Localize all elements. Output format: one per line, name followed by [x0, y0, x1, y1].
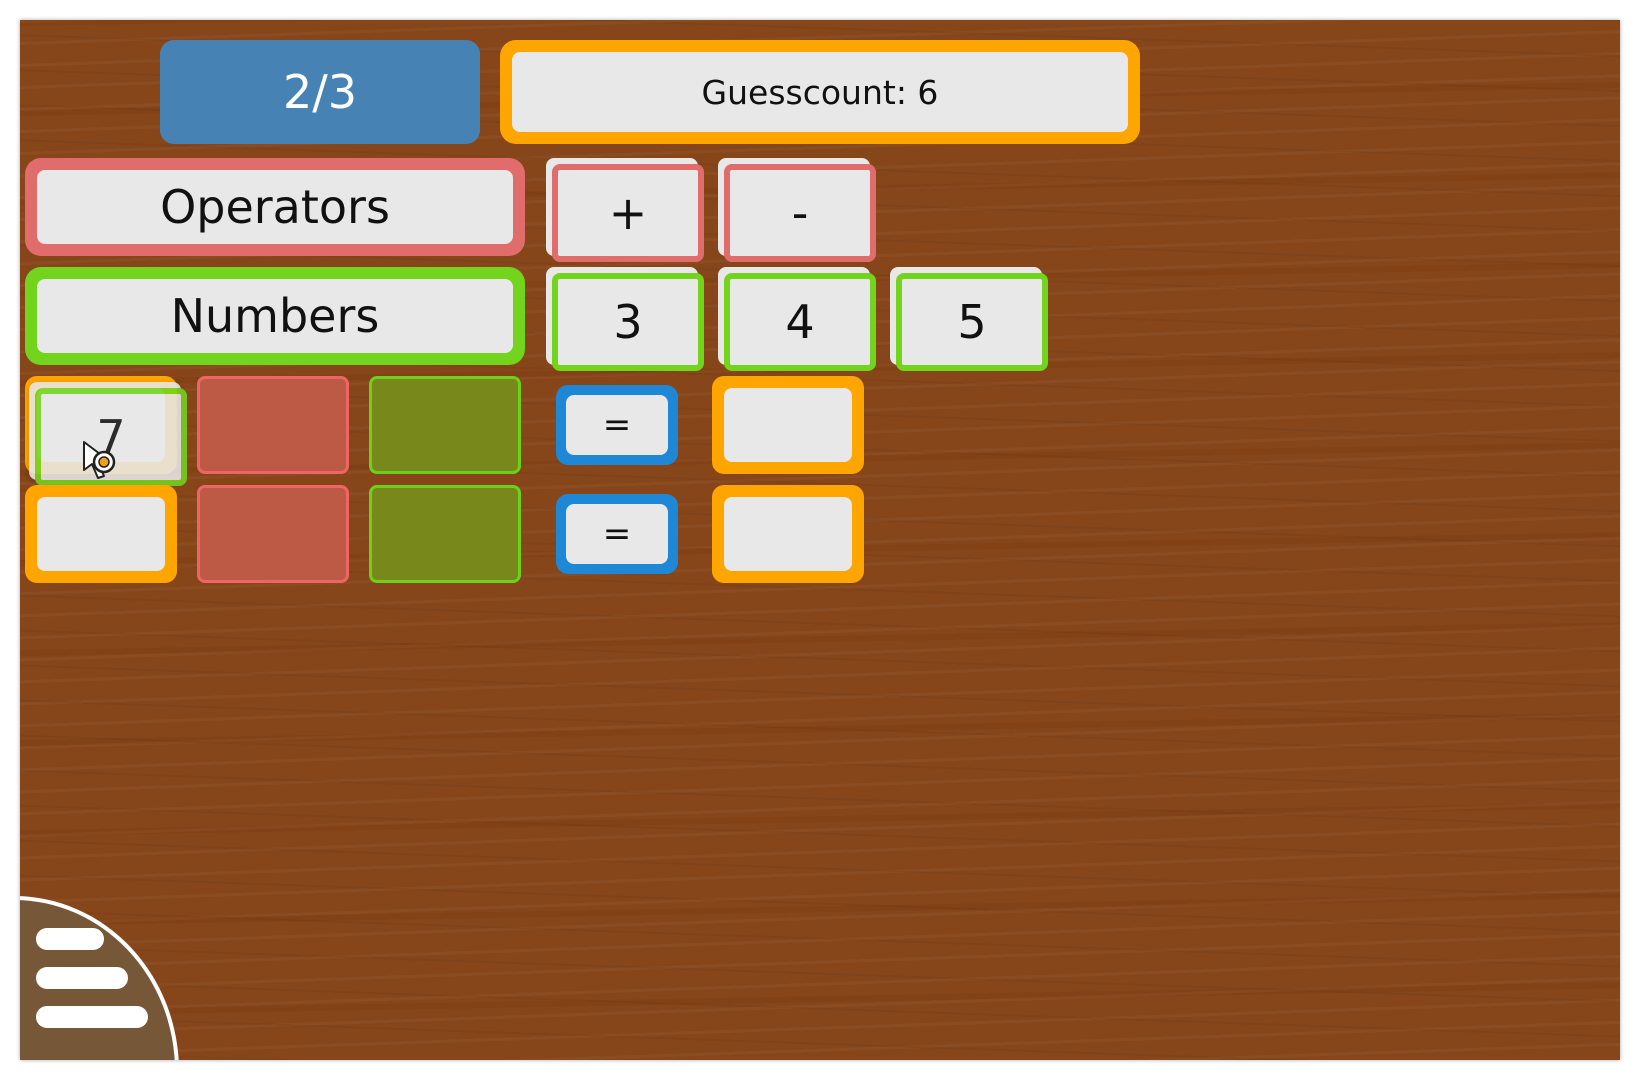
operator-tile-plus[interactable]: +	[546, 158, 704, 262]
number-tile-label: 5	[896, 273, 1048, 371]
game-board: 2/3 Guesscount: 6 Operators + - Numbers …	[20, 20, 1620, 1060]
operator-tile-label: -	[724, 164, 876, 262]
operator-tile-minus[interactable]: -	[718, 158, 876, 262]
menu-button[interactable]	[20, 896, 179, 1060]
level-progress: 2/3	[160, 40, 480, 144]
equation-2-first-slot[interactable]	[25, 485, 177, 583]
operator-tile-label: +	[552, 164, 704, 262]
equation-1-number-slot[interactable]	[369, 376, 521, 474]
guesscount-panel: Guesscount: 6	[500, 40, 1140, 144]
equation-2-equals: =	[556, 494, 678, 574]
equation-2-number-slot[interactable]	[369, 485, 521, 583]
equation-2-operator-slot[interactable]	[197, 485, 349, 583]
equals-sign: =	[566, 395, 668, 455]
numbers-label: Numbers	[37, 279, 513, 353]
equals-sign: =	[566, 504, 668, 564]
number-tile-3[interactable]: 3	[546, 267, 704, 371]
number-tile-5[interactable]: 5	[890, 267, 1048, 371]
equation-2-result-slot[interactable]	[712, 485, 864, 583]
equation-1-equals: =	[556, 385, 678, 465]
hand-cursor-icon	[83, 441, 116, 479]
numbers-category: Numbers	[25, 267, 525, 365]
number-tile-label: 3	[552, 273, 704, 371]
guesscount-label: Guesscount: 6	[512, 52, 1128, 132]
number-tile-4[interactable]: 4	[718, 267, 876, 371]
equation-1-operator-slot[interactable]	[197, 376, 349, 474]
number-tile-label: 4	[724, 273, 876, 371]
operators-category: Operators	[25, 158, 525, 256]
equation-1-result-slot[interactable]	[712, 376, 864, 474]
operators-label: Operators	[37, 170, 513, 244]
